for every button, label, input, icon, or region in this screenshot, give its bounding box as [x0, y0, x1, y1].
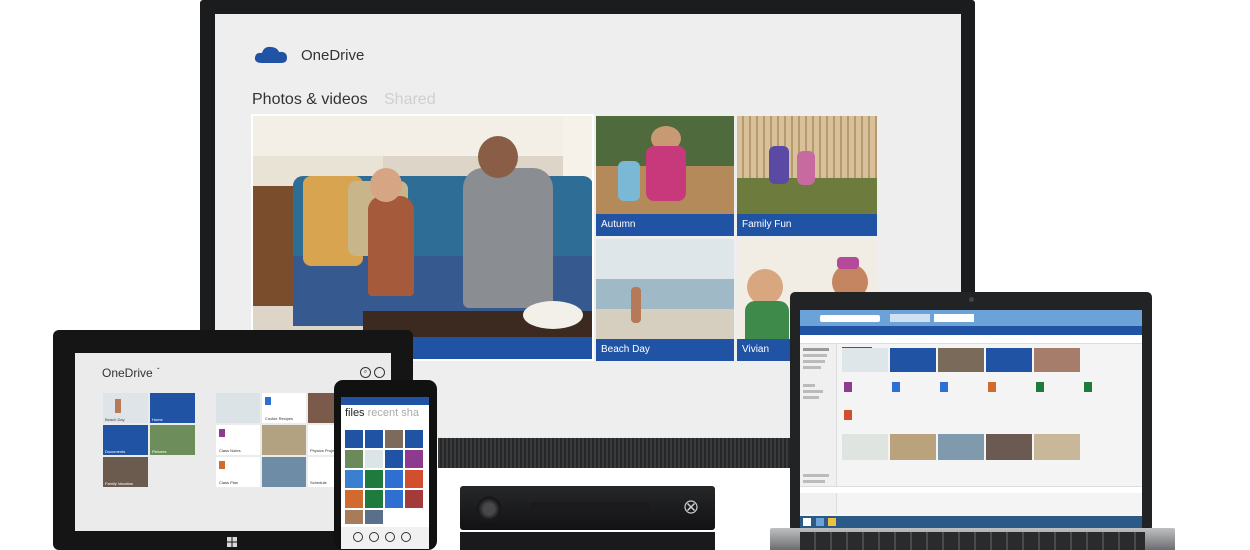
search-icon[interactable]: ⌕: [360, 367, 371, 378]
windows-taskbar: [800, 516, 1142, 528]
phone-tab-shared[interactable]: sha: [401, 407, 419, 419]
kinect-bar: [530, 502, 650, 512]
phone-tile[interactable]: [345, 450, 363, 468]
select-icon[interactable]: [374, 367, 385, 378]
phone-appbar-icon[interactable]: [385, 532, 395, 542]
photo-tile-family-fun[interactable]: Family Fun: [737, 116, 877, 236]
phone-appbar-icon[interactable]: [353, 532, 363, 542]
phone-tile[interactable]: [345, 510, 363, 524]
phone-tile[interactable]: [385, 470, 403, 488]
start-button[interactable]: [803, 518, 811, 526]
phone-appbar-icon[interactable]: [401, 532, 411, 542]
tablet-tile-photo-3[interactable]: [262, 425, 306, 455]
photo-tile-beach-day[interactable]: Beach Day: [596, 239, 734, 361]
tablet-tile-photo-1[interactable]: [216, 393, 260, 423]
laptop-tile[interactable]: [986, 348, 1032, 372]
phone-tile[interactable]: [365, 510, 383, 524]
phone-appbar-icon[interactable]: [369, 532, 379, 542]
kinect-lens: [476, 496, 502, 522]
laptop-tile[interactable]: [842, 348, 888, 372]
phone-tile[interactable]: [345, 430, 363, 448]
tablet-tile-beach-day[interactable]: Beach Day: [103, 393, 148, 423]
windows-logo-icon[interactable]: [227, 537, 237, 547]
laptop-photo[interactable]: [986, 434, 1032, 460]
file-icon[interactable]: [844, 382, 852, 392]
tablet-tile-photo-2[interactable]: [308, 393, 334, 423]
tablet-tile-class-notes[interactable]: Class Notes: [216, 425, 260, 455]
photo-caption-autumn: Autumn: [596, 214, 734, 236]
file-icon[interactable]: [892, 382, 900, 392]
onedrive-header-bar: [800, 326, 1142, 335]
phone-tab-recent[interactable]: recent: [368, 407, 399, 419]
phone-tile[interactable]: [385, 430, 403, 448]
phone-tile[interactable]: [365, 470, 383, 488]
laptop-screen: [800, 310, 1142, 528]
app-title: OneDrive: [301, 47, 365, 64]
onedrive-cloud-icon: [254, 46, 287, 63]
phone-tile[interactable]: [405, 490, 423, 508]
tablet-tile-home[interactable]: Home: [150, 393, 195, 423]
file-icon[interactable]: [988, 382, 996, 392]
tablet-app-title: OneDrive: [102, 366, 153, 380]
laptop-camera: [969, 297, 974, 302]
command-bar: [800, 335, 1142, 344]
tv-stand: [438, 438, 790, 468]
phone-screen: files recent sha: [341, 397, 429, 549]
address-bar[interactable]: [820, 315, 880, 322]
browser-tab[interactable]: [934, 314, 974, 322]
xbox-console: [460, 532, 715, 550]
photo-tile-large[interactable]: [251, 114, 594, 361]
photo-tile-autumn[interactable]: Autumn: [596, 116, 734, 236]
laptop-keyboard: [800, 532, 1145, 550]
phone-tile[interactable]: [385, 490, 403, 508]
laptop-tile[interactable]: [938, 348, 984, 372]
tablet-tile-class-plan[interactable]: Class Plan: [216, 457, 260, 487]
phone-tab-files[interactable]: files: [345, 407, 365, 419]
tablet-tile-family-vacation[interactable]: Family Vacation: [103, 457, 148, 487]
chevron-down-icon[interactable]: ˇ: [157, 367, 160, 376]
file-icon[interactable]: [940, 382, 948, 392]
file-icon[interactable]: [1084, 382, 1092, 392]
laptop-photo[interactable]: [1034, 434, 1080, 460]
file-icon[interactable]: [1036, 382, 1044, 392]
phone-tile[interactable]: [405, 430, 423, 448]
browser-tab[interactable]: [890, 314, 930, 322]
tablet-tile-pictures[interactable]: Pictures: [150, 425, 195, 455]
laptop-tile[interactable]: [890, 348, 936, 372]
tab-shared[interactable]: Shared: [384, 91, 436, 109]
xbox-logo-icon: [684, 500, 698, 514]
tablet-tile-documents[interactable]: Documents: [103, 425, 148, 455]
phone-tile[interactable]: [365, 450, 383, 468]
phone-tile[interactable]: [385, 450, 403, 468]
phone-tile[interactable]: [345, 490, 363, 508]
phone-status-bar: [341, 397, 429, 405]
phone-tile[interactable]: [365, 490, 383, 508]
laptop-photo[interactable]: [890, 434, 936, 460]
tab-photos-videos[interactable]: Photos & videos: [252, 91, 368, 109]
phone-tile[interactable]: [365, 430, 383, 448]
tablet-tile-schedule[interactable]: Schedule: [308, 457, 334, 487]
photo-caption-beach-day: Beach Day: [596, 339, 734, 361]
tablet-tile-photo-4[interactable]: [262, 457, 306, 487]
phone-tile[interactable]: [405, 450, 423, 468]
tablet-tile-cookie-recipes[interactable]: Cookie Recipes: [262, 393, 306, 423]
taskbar-app-icon[interactable]: [828, 518, 836, 526]
photo-caption-family-fun: Family Fun: [737, 214, 877, 236]
laptop-photo[interactable]: [938, 434, 984, 460]
phone-tile[interactable]: [345, 470, 363, 488]
tablet-tile-physics-project[interactable]: Physics Project: [308, 425, 337, 455]
page-footer: [800, 486, 1142, 493]
file-icon[interactable]: [844, 410, 852, 420]
taskbar-app-icon[interactable]: [816, 518, 824, 526]
laptop-tile[interactable]: [1034, 348, 1080, 372]
laptop-photo[interactable]: [842, 434, 888, 460]
phone-tile[interactable]: [405, 470, 423, 488]
